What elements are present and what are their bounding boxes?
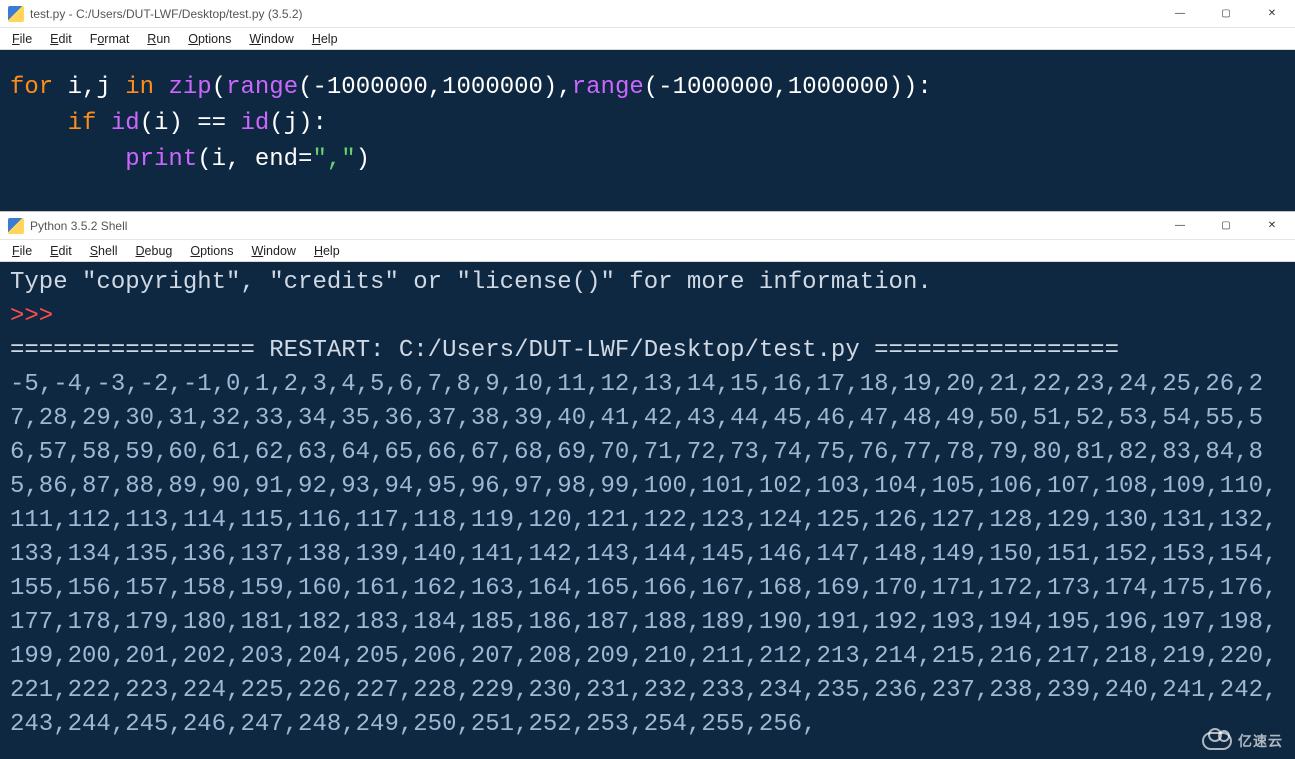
shell-menu-file[interactable]: File bbox=[4, 242, 40, 260]
editor-text-area[interactable]: for i,j in zip(range(-1000000,1000000),r… bbox=[0, 50, 1295, 211]
shell-menubar: File Edit Shell Debug Options Window Hel… bbox=[0, 240, 1295, 262]
maximize-icon: ▢ bbox=[1221, 220, 1230, 231]
shell-info-line: Type "copyright", "credits" or "license(… bbox=[10, 266, 1285, 300]
close-icon: ✕ bbox=[1268, 220, 1276, 231]
shell-menu-edit[interactable]: Edit bbox=[42, 242, 80, 260]
editor-menu-help[interactable]: Help bbox=[304, 30, 346, 48]
editor-menu-options[interactable]: Options bbox=[180, 30, 239, 48]
shell-prompt: >>> bbox=[10, 300, 1285, 334]
shell-window: Python 3.5.2 Shell — ▢ ✕ File Edit Shell… bbox=[0, 211, 1295, 759]
code-content: for i,j in zip(range(-1000000,1000000),r… bbox=[10, 70, 1285, 178]
shell-minimize-button[interactable]: — bbox=[1157, 212, 1203, 240]
editor-maximize-button[interactable]: ▢ bbox=[1203, 0, 1249, 28]
shell-menu-options[interactable]: Options bbox=[182, 242, 241, 260]
shell-menu-debug[interactable]: Debug bbox=[128, 242, 181, 260]
maximize-icon: ▢ bbox=[1221, 8, 1230, 19]
minimize-icon: — bbox=[1175, 8, 1185, 19]
python-shell-icon bbox=[8, 218, 24, 234]
shell-close-button[interactable]: ✕ bbox=[1249, 212, 1295, 240]
editor-close-button[interactable]: ✕ bbox=[1249, 0, 1295, 28]
minimize-icon: — bbox=[1175, 220, 1185, 231]
editor-menu-run[interactable]: Run bbox=[139, 30, 178, 48]
editor-menu-edit[interactable]: Edit bbox=[42, 30, 80, 48]
close-icon: ✕ bbox=[1268, 8, 1276, 19]
shell-title: Python 3.5.2 Shell bbox=[30, 219, 127, 233]
shell-restart-banner: ================= RESTART: C:/Users/DUT-… bbox=[10, 334, 1285, 368]
shell-text-area[interactable]: Type "copyright", "credits" or "license(… bbox=[0, 262, 1295, 759]
shell-maximize-button[interactable]: ▢ bbox=[1203, 212, 1249, 240]
shell-output: -5,-4,-3,-2,-1,0,1,2,3,4,5,6,7,8,9,10,11… bbox=[10, 368, 1285, 742]
shell-menu-help[interactable]: Help bbox=[306, 242, 348, 260]
editor-minimize-button[interactable]: — bbox=[1157, 0, 1203, 28]
editor-window: test.py - C:/Users/DUT-LWF/Desktop/test.… bbox=[0, 0, 1295, 211]
shell-menu-shell[interactable]: Shell bbox=[82, 242, 126, 260]
python-file-icon bbox=[8, 6, 24, 22]
editor-titlebar[interactable]: test.py - C:/Users/DUT-LWF/Desktop/test.… bbox=[0, 0, 1295, 28]
editor-menu-format[interactable]: Format bbox=[82, 30, 138, 48]
editor-title: test.py - C:/Users/DUT-LWF/Desktop/test.… bbox=[30, 7, 303, 21]
editor-menubar: File Edit Format Run Options Window Help bbox=[0, 28, 1295, 50]
editor-menu-window[interactable]: Window bbox=[241, 30, 301, 48]
shell-titlebar[interactable]: Python 3.5.2 Shell — ▢ ✕ bbox=[0, 212, 1295, 240]
shell-menu-window[interactable]: Window bbox=[243, 242, 303, 260]
editor-menu-file[interactable]: File bbox=[4, 30, 40, 48]
